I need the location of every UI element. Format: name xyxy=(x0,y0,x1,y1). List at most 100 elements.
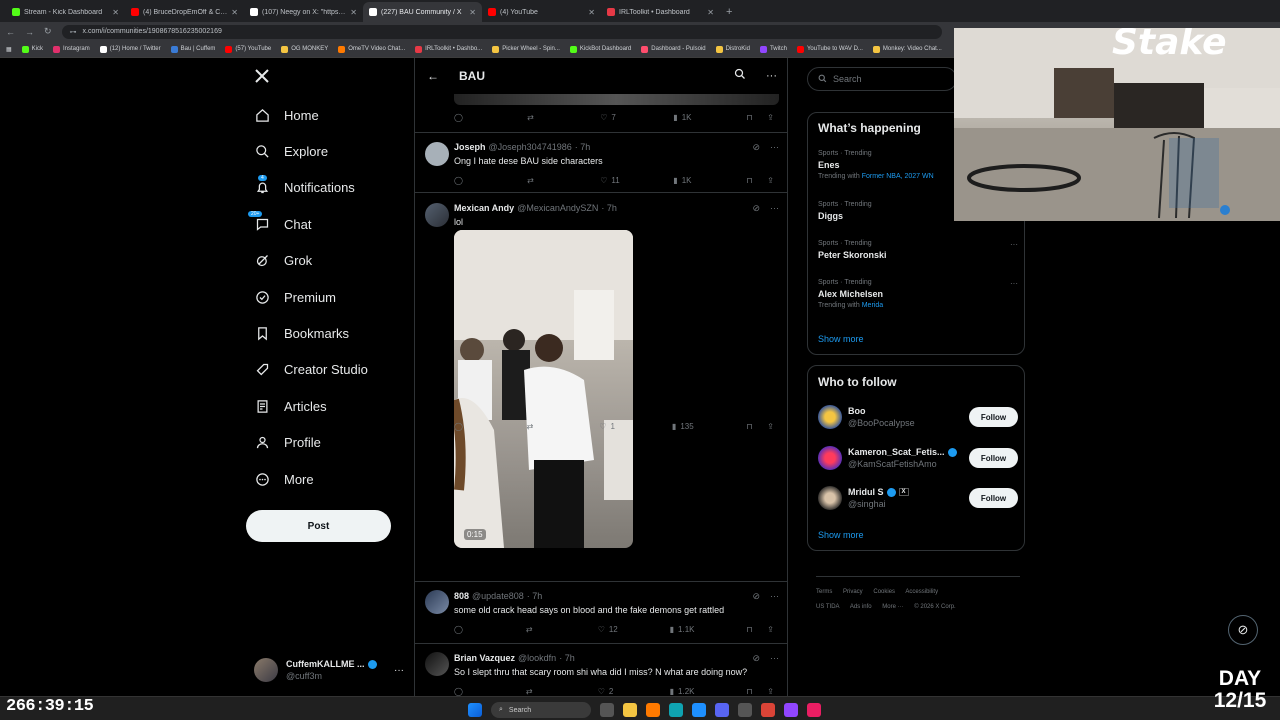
task-view-icon[interactable] xyxy=(600,703,614,717)
footer-link[interactable]: Terms xyxy=(816,589,832,595)
nav-home[interactable]: Home xyxy=(246,97,406,133)
video-player[interactable]: 0:15 xyxy=(454,230,633,548)
bookmark-twitch[interactable]: Twitch xyxy=(759,45,787,53)
tweet-handle[interactable]: @Joseph304741986 xyxy=(489,142,572,152)
bookmark-instagram[interactable]: Instagram xyxy=(53,45,90,53)
tab-irltoolkit[interactable]: IRLToolkit • Dashboard ✕ xyxy=(601,2,720,22)
views-button[interactable]: ▮ 1K xyxy=(673,113,693,122)
bookmark-irltoolkit[interactable]: IRLToolkit • Dashbo... xyxy=(415,45,482,53)
follow-suggestion[interactable]: Mridul S X @singhai Follow xyxy=(818,483,1018,513)
like-button[interactable]: ♡ 7 xyxy=(600,113,620,122)
tweet[interactable]: Mexican Andy @MexicanAndySZN · 7h ⊘ ··· lol… xyxy=(415,193,787,582)
tweet[interactable]: ◯ ⇄ ♡ 7 ▮ 1K ⊓ ⇪ xyxy=(415,94,787,133)
nav-chat[interactable]: 20+ Chat xyxy=(246,206,406,242)
nav-premium[interactable]: Premium xyxy=(246,279,406,315)
follow-button[interactable]: Follow xyxy=(969,407,1018,427)
like-button[interactable]: ♡ 12 xyxy=(598,625,618,634)
close-icon[interactable]: ✕ xyxy=(350,8,357,17)
tweet-author[interactable]: 808 xyxy=(454,591,469,601)
follow-button[interactable]: Follow xyxy=(969,448,1018,468)
tab-neegy-x[interactable]: (107) Neegy on X: "https://t.co ✕ xyxy=(244,2,363,22)
share-icon[interactable]: ⇪ xyxy=(767,625,774,634)
repost-icon[interactable]: ⇄ xyxy=(526,625,546,634)
bookmark-share[interactable]: ⊓ ⇪ xyxy=(746,625,774,634)
bookmark-icon[interactable]: ⊓ xyxy=(746,113,752,122)
trend-link[interactable]: Former NBA, 2027 WN xyxy=(862,173,934,180)
app-icon[interactable] xyxy=(807,703,821,717)
show-more-link[interactable]: Show more xyxy=(818,530,864,540)
chrome-icon[interactable] xyxy=(761,703,775,717)
bookmark-bau-cuffem[interactable]: Bau | Cuffem xyxy=(170,45,215,53)
tweet-author[interactable]: Brian Vazquez xyxy=(454,653,515,663)
bookmark-youtube[interactable]: (57) YouTube xyxy=(225,45,271,53)
app-icon[interactable] xyxy=(784,703,798,717)
windows-start-icon[interactable] xyxy=(468,703,482,717)
reply-icon[interactable]: ◯ xyxy=(454,625,474,634)
nav-creator-studio[interactable]: Creator Studio xyxy=(246,352,406,388)
file-explorer-icon[interactable] xyxy=(623,703,637,717)
tweet-handle[interactable]: @MexicanAndySZN xyxy=(517,203,598,213)
tweet-author[interactable]: Mexican Andy xyxy=(454,203,514,213)
post-button[interactable]: Post xyxy=(246,510,391,542)
forward-icon[interactable]: → xyxy=(25,27,34,37)
nav-more[interactable]: More xyxy=(246,461,406,497)
follow-suggestion[interactable]: Kameron_Scat_Fetis... @KamScatFetishAmo F… xyxy=(818,443,1018,473)
nav-profile[interactable]: Profile xyxy=(246,425,406,461)
nav-articles[interactable]: Articles xyxy=(246,388,406,424)
follow-button[interactable]: Follow xyxy=(969,488,1018,508)
views-button[interactable]: ▮ 1.2K xyxy=(670,687,695,696)
reply-icon[interactable]: ◯ xyxy=(454,422,474,431)
like-button[interactable]: ♡ 2 xyxy=(598,687,618,696)
new-tab-button[interactable]: + xyxy=(720,2,738,22)
search-input[interactable]: Search xyxy=(807,67,957,91)
nav-bookmarks[interactable]: Bookmarks xyxy=(246,315,406,351)
tab-youtube[interactable]: (4) YouTube ✕ xyxy=(482,2,601,22)
grok-icon[interactable]: ⊘ xyxy=(752,591,760,602)
bookmark-share[interactable]: ⊓ ⇪ xyxy=(746,113,774,122)
bookmark-monkey[interactable]: Monkey: Video Chat... xyxy=(872,45,942,53)
obs-icon[interactable] xyxy=(738,703,752,717)
footer-link[interactable]: Accessibility xyxy=(905,589,938,595)
footer-link[interactable]: Cookies xyxy=(873,589,895,595)
repost-icon[interactable]: ⇄ xyxy=(527,422,547,431)
bookmark-pulsoid[interactable]: Dashboard - Pulsoid xyxy=(641,45,706,53)
share-icon[interactable]: ⇪ xyxy=(767,113,774,122)
media-preview[interactable] xyxy=(454,94,779,105)
trend-item[interactable]: Sports · Trending Peter Skoronski ··· xyxy=(818,240,1018,260)
grok-icon[interactable]: ⊘ xyxy=(752,142,760,153)
bookmark-youtube-wav[interactable]: YouTube to WAV D... xyxy=(796,45,863,53)
more-options-icon[interactable]: ··· xyxy=(1010,279,1018,288)
url-input[interactable]: ⊶ x.com/i/communities/190867851623500216… xyxy=(61,24,942,39)
search-icon[interactable] xyxy=(734,67,746,85)
grok-icon[interactable]: ⊘ xyxy=(752,203,760,214)
footer-link[interactable]: Ads info xyxy=(850,604,872,610)
store-icon[interactable] xyxy=(692,703,706,717)
taskbar-search-input[interactable]: ⌕ Search xyxy=(491,702,591,718)
app-icon[interactable] xyxy=(646,703,660,717)
more-options-icon[interactable]: ··· xyxy=(1010,240,1018,249)
edge-icon[interactable] xyxy=(669,703,683,717)
reply-icon[interactable]: ◯ xyxy=(454,113,474,122)
footer-link[interactable]: Privacy xyxy=(843,589,863,595)
more-options-icon[interactable]: ··· xyxy=(770,203,779,214)
back-arrow-icon[interactable]: ← xyxy=(427,69,439,83)
account-switcher[interactable]: CuffemKALLME ... @cuff3m ··· xyxy=(254,655,404,685)
more-options-icon[interactable]: ··· xyxy=(770,653,779,664)
more-options-icon[interactable]: ··· xyxy=(770,142,779,153)
like-button[interactable]: ♡ 11 xyxy=(600,176,620,185)
bookmark-kick[interactable]: Kick xyxy=(21,45,43,53)
back-icon[interactable]: ← xyxy=(6,27,15,37)
bookmark-icon[interactable]: ⊓ xyxy=(746,422,752,431)
views-button[interactable]: ▮ 135 xyxy=(672,422,694,431)
tab-youtube-cuffem[interactable]: (4) BruceDropEmOff & Cuffem✕ xyxy=(125,2,244,22)
site-info-icon[interactable]: ⊶ xyxy=(70,28,77,36)
share-icon[interactable]: ⇪ xyxy=(767,176,774,185)
tweet[interactable]: Joseph @Joseph304741986 · 7h ⊘ ··· Ong I ha… xyxy=(415,133,787,193)
grok-fab[interactable]: ⊘ xyxy=(1228,615,1258,645)
reload-icon[interactable]: ↻ xyxy=(44,26,52,37)
bookmark-og-monkey[interactable]: OG MONKEY xyxy=(281,45,328,53)
bookmark-picker-wheel[interactable]: Picker Wheel - Spin... xyxy=(492,45,560,53)
bookmark-icon[interactable]: ⊓ xyxy=(746,687,752,696)
nav-notifications[interactable]: 4 Notifications xyxy=(246,170,406,206)
bookmark-ometv[interactable]: OmeTV Video Chat... xyxy=(338,45,405,53)
